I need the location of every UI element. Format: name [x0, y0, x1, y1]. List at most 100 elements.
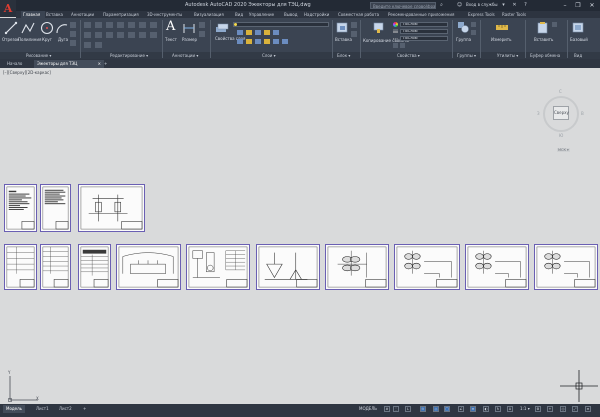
drawing-sheet[interactable]: [78, 184, 145, 232]
transparency-icon[interactable]: [393, 43, 398, 48]
tab-annotate[interactable]: Аннотации: [71, 11, 94, 18]
workspace-icon[interactable]: ⚙: [535, 406, 541, 412]
mirror-tool-icon[interactable]: [139, 22, 146, 28]
layer-unlock-icon[interactable]: [264, 39, 270, 44]
layer-dropdown[interactable]: [233, 22, 329, 27]
binoculars-icon[interactable]: ⌕: [438, 2, 445, 8]
rotate-tool-icon[interactable]: [95, 22, 102, 28]
exchange-icon[interactable]: ✕: [511, 2, 518, 8]
tab-home[interactable]: Главная: [21, 11, 45, 18]
customize-icon[interactable]: ≡: [585, 406, 591, 412]
selection-cycling-icon[interactable]: ↻: [495, 406, 501, 412]
line-tool-icon[interactable]: [4, 21, 18, 35]
layout-tab-sheet1[interactable]: Лист1: [33, 405, 52, 413]
compass-north[interactable]: С: [559, 89, 562, 94]
compass-east[interactable]: В: [581, 111, 584, 116]
scale-tool-icon[interactable]: [95, 32, 102, 38]
drawing-sheet[interactable]: [40, 184, 71, 232]
layer-off-icon[interactable]: [264, 30, 270, 35]
panel-title-annotation[interactable]: Аннотации ▾: [172, 53, 198, 58]
transparency-toggle-icon[interactable]: ◐: [483, 406, 489, 412]
tab-manage[interactable]: Управление: [249, 11, 274, 18]
osnap-icon[interactable]: □: [444, 406, 450, 412]
trim-tool-icon[interactable]: [106, 22, 113, 28]
panel-title-groups[interactable]: Группы ▾: [457, 53, 476, 58]
settings-icon[interactable]: +: [547, 406, 553, 412]
fillet-tool-icon[interactable]: [150, 22, 157, 28]
linetype-dropdown[interactable]: ПоСлою: [400, 36, 448, 41]
copy-tool-icon[interactable]: [128, 22, 135, 28]
insert-block-icon[interactable]: [336, 21, 349, 34]
annotation-scale-icon[interactable]: A: [507, 406, 513, 412]
drawing-sheet[interactable]: [325, 244, 389, 290]
group-edit-icon[interactable]: [471, 30, 476, 35]
region-tool-icon[interactable]: [70, 40, 76, 46]
match-properties-icon[interactable]: [372, 21, 385, 34]
measure-icon[interactable]: [495, 21, 509, 34]
viewcube-top-face[interactable]: Сверху: [553, 106, 569, 120]
signin-button[interactable]: Вход в службы: [466, 2, 498, 7]
layer-walk-icon[interactable]: [282, 39, 288, 44]
drawing-sheet[interactable]: [4, 244, 37, 290]
layer-lock-icon[interactable]: [246, 30, 252, 35]
new-tab-button[interactable]: +: [101, 60, 110, 68]
minimize-button[interactable]: –: [560, 1, 570, 10]
isolate-objects-icon[interactable]: ◎: [560, 406, 566, 412]
layer-isolate-icon[interactable]: [255, 30, 261, 35]
otrack-icon[interactable]: ∠: [458, 406, 464, 412]
panel-title-clipboard[interactable]: Буфер обмена: [530, 53, 560, 58]
drawing-sheet[interactable]: [116, 244, 181, 290]
extend-tool-icon[interactable]: [95, 42, 102, 48]
panel-title-layers[interactable]: Слои ▾: [262, 53, 276, 58]
rectangle-tool-icon[interactable]: [70, 22, 76, 28]
panel-title-block[interactable]: Блок ▾: [337, 53, 350, 58]
drawing-sheet[interactable]: [256, 244, 320, 290]
grid-icon[interactable]: #: [384, 406, 390, 412]
paste-icon[interactable]: [537, 21, 549, 34]
drawing-sheet[interactable]: [4, 184, 37, 232]
restore-button[interactable]: ❐: [573, 1, 583, 10]
stretch-tool-icon[interactable]: [84, 32, 91, 38]
erase-tool-icon[interactable]: [117, 22, 124, 28]
text-tool-icon[interactable]: A: [166, 20, 178, 34]
tab-document[interactable]: Эжекторы для ТЭЦ ×: [34, 60, 104, 68]
array-tool-icon[interactable]: [106, 32, 113, 38]
snap-icon[interactable]: ⋮: [393, 406, 399, 412]
tab-featured-apps[interactable]: Рекомендованные приложения: [388, 11, 454, 18]
panel-title-view[interactable]: Вид: [574, 53, 582, 58]
base-view-icon[interactable]: [572, 21, 584, 34]
tab-3d-tools[interactable]: 3D-инструменты: [147, 11, 182, 18]
help-icon[interactable]: ?: [522, 2, 529, 8]
polar-icon[interactable]: ⊙: [420, 406, 426, 412]
compass-west[interactable]: З: [537, 111, 540, 116]
arc-tool-icon[interactable]: [55, 21, 69, 35]
edit-block-icon[interactable]: [351, 31, 357, 37]
layer-freeze-icon[interactable]: [237, 30, 243, 35]
close-button[interactable]: ✕: [587, 1, 597, 10]
panel-title-properties[interactable]: Свойства ▾: [397, 53, 420, 58]
tab-view[interactable]: Вид: [235, 11, 243, 18]
drawing-sheet[interactable]: [78, 244, 111, 290]
lineweight-toggle-icon[interactable]: ≡: [470, 406, 476, 412]
hatch-tool-icon[interactable]: [70, 31, 76, 37]
viewport-controls[interactable]: [–][Сверху][2D-каркас]: [3, 70, 51, 75]
tab-collaborate[interactable]: Совместная работа: [338, 11, 379, 18]
color-dropdown[interactable]: ПоСлою: [400, 22, 448, 27]
tab-express-tools[interactable]: Express Tools: [468, 11, 495, 18]
tab-parametric[interactable]: Параметризация: [103, 11, 139, 18]
move-tool-icon[interactable]: [84, 22, 91, 28]
ungroup-icon[interactable]: [471, 22, 476, 27]
fullscreen-icon[interactable]: ⤢: [572, 406, 578, 412]
table-tool-icon[interactable]: [199, 31, 205, 37]
search-input[interactable]: Введите ключевое слово/фразу: [370, 2, 436, 9]
layer-thaw-icon[interactable]: [246, 39, 252, 44]
tab-raster-tools[interactable]: Raster Tools: [502, 11, 526, 18]
list-icon[interactable]: [400, 43, 405, 48]
drawing-sheet[interactable]: [186, 244, 250, 290]
layer-properties-icon[interactable]: [215, 21, 229, 34]
user-icon[interactable]: ☺: [456, 2, 463, 8]
cart-icon[interactable]: ▾: [500, 2, 507, 8]
circle-tool-icon[interactable]: [40, 21, 54, 35]
drawing-sheet[interactable]: [40, 244, 71, 290]
drawing-sheet[interactable]: [394, 244, 460, 290]
